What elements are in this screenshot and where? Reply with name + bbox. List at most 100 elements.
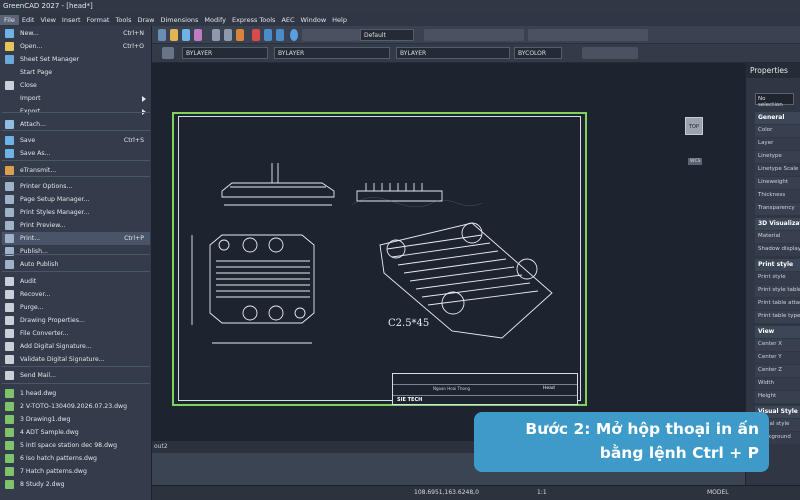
title-block-part: Ngoan Hoai Thong	[433, 386, 471, 391]
menu-file[interactable]: File	[0, 14, 19, 25]
file-menu-item-start-page[interactable]: Start Page	[2, 66, 150, 79]
prop-height[interactable]: Height	[755, 391, 800, 403]
prop-print-style-table[interactable]: Print style table	[755, 285, 800, 297]
paste-tool-icon[interactable]	[236, 29, 244, 41]
prop-general[interactable]: General	[755, 112, 800, 124]
prop-print-table-attached[interactable]: Print table attached	[755, 298, 800, 310]
tab-layout2[interactable]: out2	[154, 443, 168, 450]
drawing-canvas[interactable]: C2.5*45 SIE TECH Head Ngoan Hoai Thong T…	[152, 63, 745, 441]
file-menu-item-save-as[interactable]: Save As...	[2, 147, 150, 160]
menu-modify[interactable]: Modify	[201, 16, 229, 24]
purge-icon	[5, 303, 14, 312]
prop-material[interactable]: Material	[755, 231, 800, 243]
prop-linetype[interactable]: Linetype	[755, 151, 800, 163]
prop-view[interactable]: View	[755, 326, 800, 338]
file-menu-item-open[interactable]: Open... Ctrl+O	[2, 40, 150, 53]
file-menu-item-8-study-2-dwg[interactable]: 8 Study 2.dwg	[2, 478, 150, 491]
file-menu-item-drawing-properties[interactable]: Drawing Properties...	[2, 314, 150, 327]
file-menu-item-5-intl-space-station-dec-98-dwg[interactable]: 5 Intl space station dec 98.dwg	[2, 439, 150, 452]
file-menu-item-print-preview[interactable]: Print Preview...	[2, 219, 150, 232]
view-cube[interactable]: TOP	[685, 117, 703, 135]
file-menu-item-page-setup-manager[interactable]: Page Setup Manager...	[2, 193, 150, 206]
draw-tools-icon[interactable]	[528, 29, 648, 41]
prop-print-style[interactable]: Print style	[755, 259, 800, 271]
open-tool-icon[interactable]	[170, 29, 178, 41]
prop-center-x[interactable]: Center X	[755, 339, 800, 351]
prop-print-style[interactable]: Print style	[755, 272, 800, 284]
copy-tool-icon[interactable]	[224, 29, 232, 41]
prop-width[interactable]: Width	[755, 378, 800, 390]
wcs-badge[interactable]: WCS	[688, 158, 703, 165]
menu-express-tools[interactable]: Express Tools	[229, 16, 278, 24]
file-menu-item-add-digital-signature[interactable]: Add Digital Signature...	[2, 340, 150, 353]
erase-tool-icon[interactable]	[252, 29, 260, 41]
prop-print-table-type[interactable]: Print table type	[755, 311, 800, 323]
model-space-toggle[interactable]: MODEL	[707, 489, 729, 496]
menu-draw[interactable]: Draw	[135, 16, 158, 24]
selection-dropdown[interactable]: No selection	[755, 93, 794, 108]
prop-transparency[interactable]: Transparency	[755, 203, 800, 215]
menu-separator	[2, 366, 150, 367]
dimension-tools-icon[interactable]	[424, 29, 524, 41]
undo-tool-icon[interactable]	[264, 29, 272, 41]
menu-view[interactable]: View	[37, 16, 58, 24]
menu-aec[interactable]: AEC	[278, 16, 297, 24]
menu-format[interactable]: Format	[84, 16, 113, 24]
file-menu-item-send-mail[interactable]: Send Mail...	[2, 369, 150, 382]
prop-shadow-display[interactable]: Shadow display	[755, 244, 800, 256]
file-menu-item-6-iso-hatch-patterns-dwg[interactable]: 6 Iso hatch patterns.dwg	[2, 452, 150, 465]
file-menu-item-2-v-toto-130409-2026-07-23-dwg[interactable]: 2 V-TOTO-130409.2026.07.23.dwg	[2, 400, 150, 413]
file-menu-label: 8 Study 2.dwg	[20, 481, 65, 488]
prop-3d-visualization[interactable]: 3D Visualization	[755, 218, 800, 230]
file-menu-item-auto-publish[interactable]: Auto Publish	[2, 258, 150, 271]
prop-thickness[interactable]: Thickness	[755, 190, 800, 202]
file-menu-item-file-converter[interactable]: File Converter...	[2, 327, 150, 340]
save-tool-icon[interactable]	[182, 29, 190, 41]
file-menu-item-import[interactable]: Import	[2, 92, 150, 105]
text-style-dropdown[interactable]: Default	[360, 29, 414, 41]
file-menu-item-print-styles-manager[interactable]: Print Styles Manager...	[2, 206, 150, 219]
file-menu-item-print[interactable]: Print... Ctrl+P	[2, 232, 150, 245]
menu-window[interactable]: Window	[298, 16, 330, 24]
file-menu-item-sheet-set-manager[interactable]: Sheet Set Manager	[2, 53, 150, 66]
layer-manager-icon[interactable]	[162, 47, 174, 59]
annotation-scale[interactable]: 1:1	[537, 489, 547, 496]
file-menu-item-close[interactable]: Close	[2, 79, 150, 92]
file-menu-item-audit[interactable]: Audit	[2, 275, 150, 288]
file-menu-item-printer-options[interactable]: Printer Options...	[2, 180, 150, 193]
prop-color[interactable]: Color	[755, 125, 800, 137]
file-menu-item-validate-digital-signature[interactable]: Validate Digital Signature...	[2, 353, 150, 366]
visual-style-icons[interactable]	[582, 47, 638, 59]
print-tool-icon[interactable]	[194, 29, 202, 41]
file-menu-label: 1 head.dwg	[20, 390, 57, 397]
file-menu-item-4-adt-sample-dwg[interactable]: 4 ADT Sample.dwg	[2, 426, 150, 439]
redo-tool-icon[interactable]	[276, 29, 284, 41]
color-dropdown[interactable]: BYCOLOR	[514, 47, 562, 59]
menu-help[interactable]: Help	[329, 16, 350, 24]
layer-dropdown[interactable]: BYLAYER	[182, 47, 268, 59]
prop-linetype-scale[interactable]: Linetype Scale	[755, 164, 800, 176]
menu-dimensions[interactable]: Dimensions	[157, 16, 201, 24]
file-menu-item-7-hatch-patterns-dwg[interactable]: 7 Hatch patterns.dwg	[2, 465, 150, 478]
text-tools-icon[interactable]	[302, 29, 360, 41]
linetype-dropdown[interactable]: BYLAYER	[274, 47, 390, 59]
menu-tools[interactable]: Tools	[112, 16, 134, 24]
file-menu-item-recover[interactable]: Recover...	[2, 288, 150, 301]
menu-insert[interactable]: Insert	[59, 16, 84, 24]
cut-tool-icon[interactable]	[212, 29, 220, 41]
new-tool-icon[interactable]	[158, 29, 166, 41]
file-menu-item-1-head-dwg[interactable]: 1 head.dwg	[2, 387, 150, 400]
prop-lineweight[interactable]: Lineweight	[755, 177, 800, 189]
help-tool-icon[interactable]	[290, 29, 298, 41]
prop-layer[interactable]: Layer	[755, 138, 800, 150]
file-menu-item-purge[interactable]: Purge...	[2, 301, 150, 314]
prop-center-z[interactable]: Center Z	[755, 365, 800, 377]
file-menu-item-3-drawing1-dwg[interactable]: 3 Drawing1.dwg	[2, 413, 150, 426]
properties-title: Properties	[746, 63, 800, 78]
lineweight-dropdown[interactable]: BYLAYER	[396, 47, 510, 59]
file-menu-item-publish[interactable]: Publish...	[2, 245, 150, 258]
file-menu-item-save[interactable]: Save Ctrl+S	[2, 134, 150, 147]
file-menu-item-new[interactable]: New... Ctrl+N	[2, 27, 150, 40]
prop-center-y[interactable]: Center Y	[755, 352, 800, 364]
menu-edit[interactable]: Edit	[19, 16, 38, 24]
